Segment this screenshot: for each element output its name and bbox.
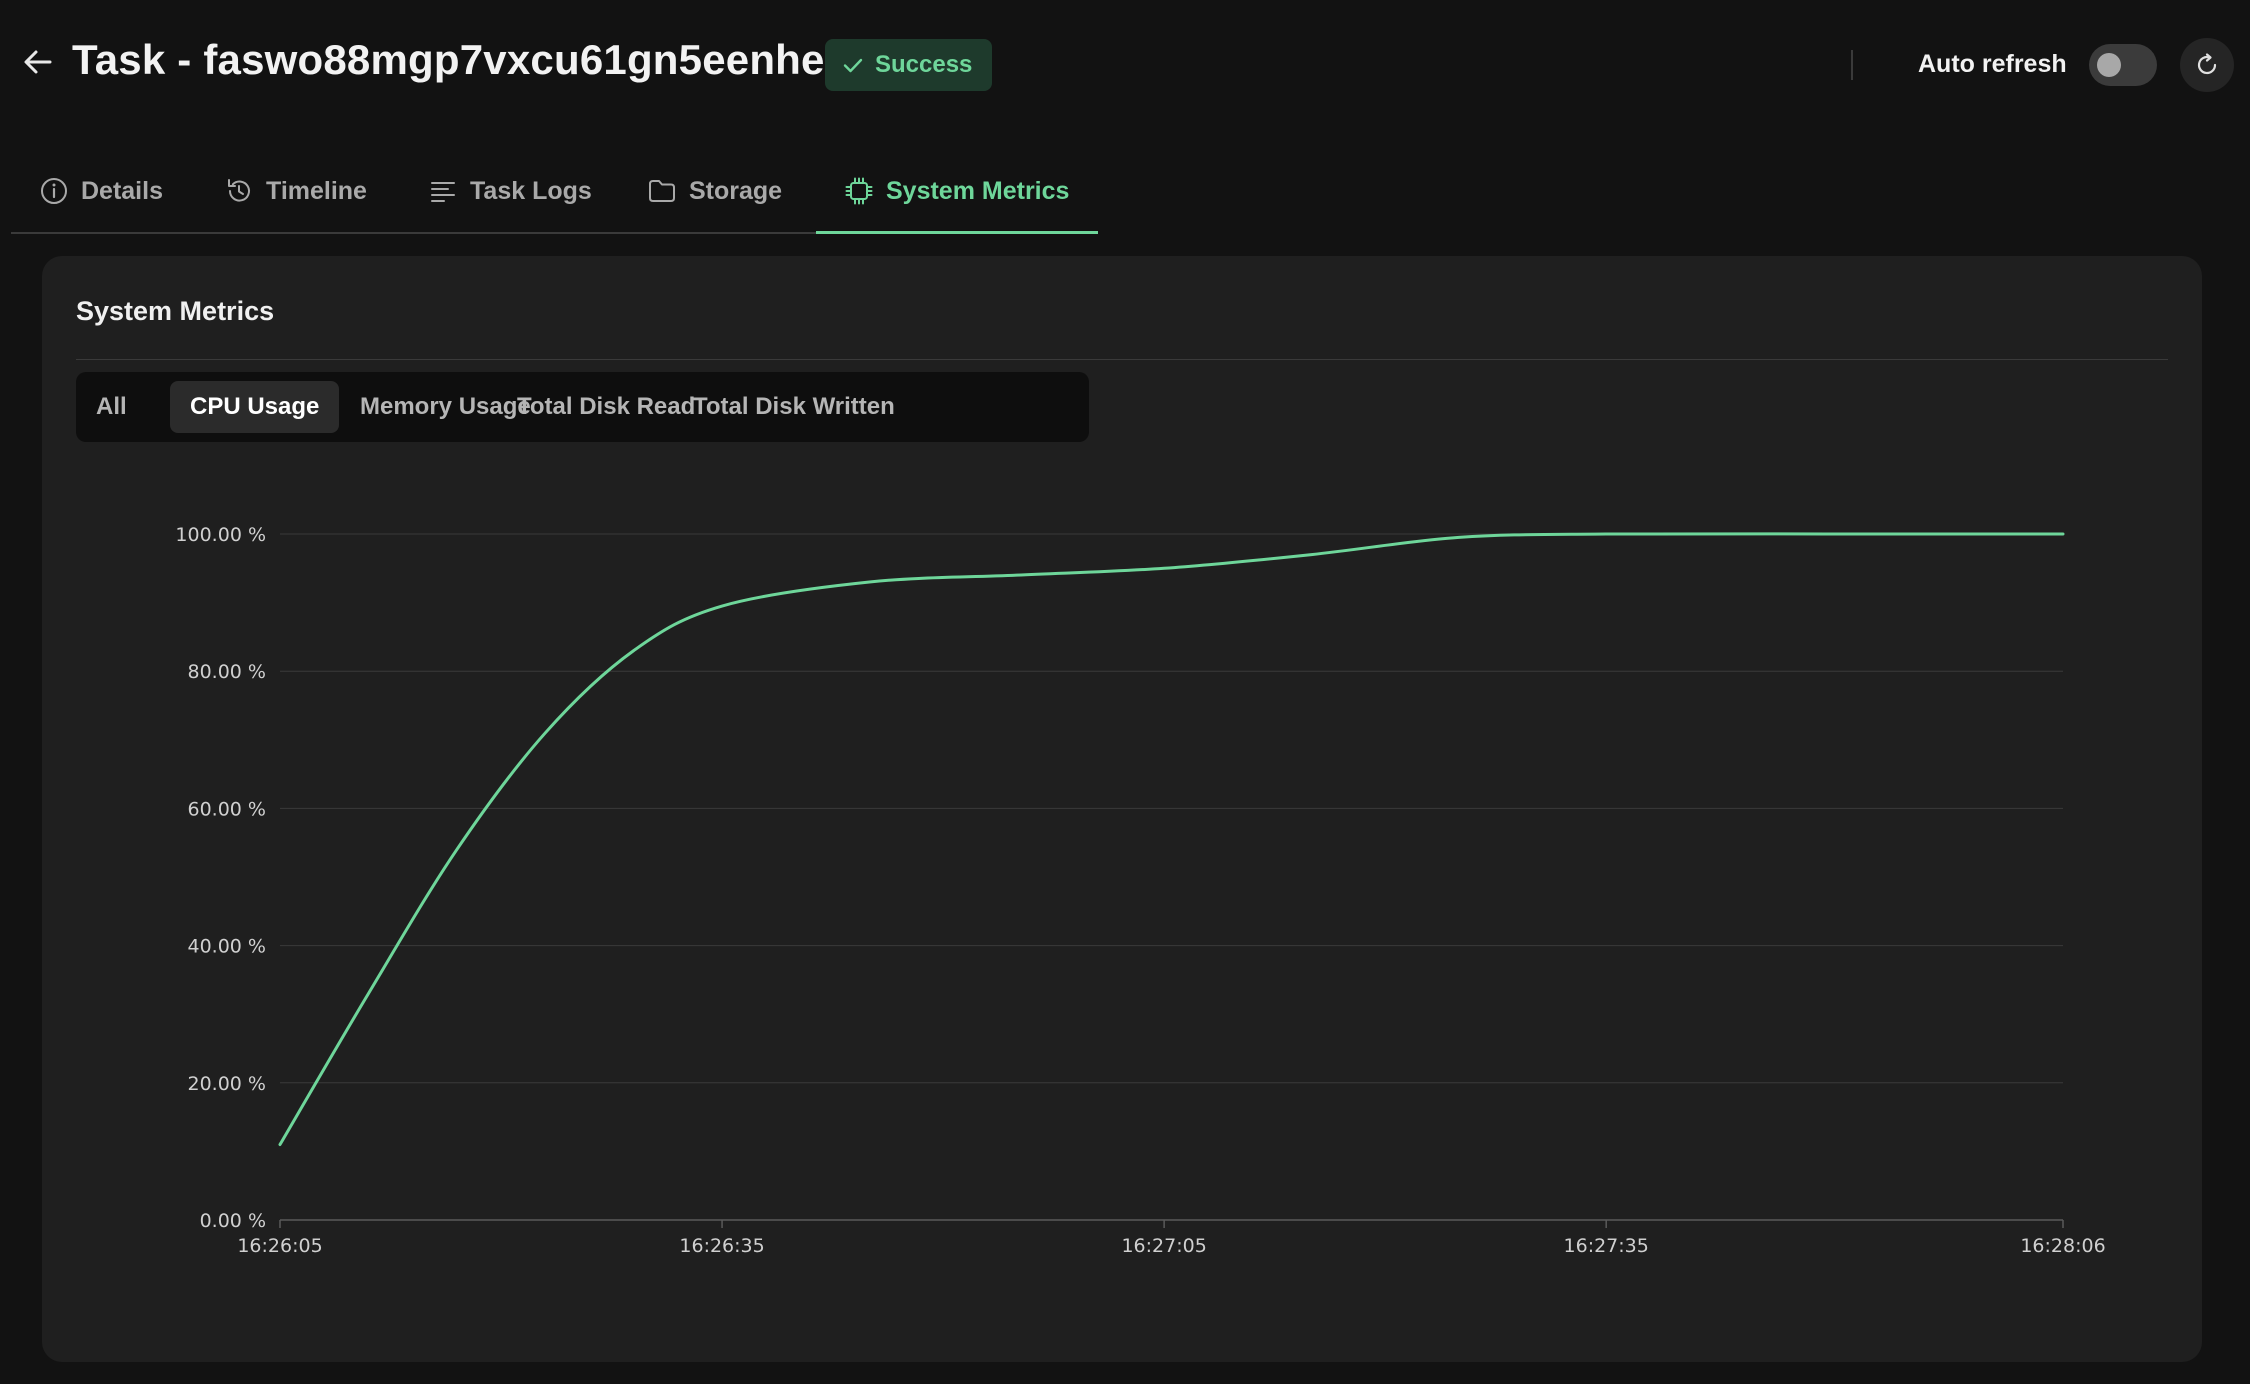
status-badge: Success — [825, 39, 993, 91]
back-button[interactable] — [20, 44, 56, 80]
y-tick-label: 40.00 % — [188, 936, 267, 958]
lines-icon — [431, 182, 455, 202]
x-tick-label: 16:27:05 — [1121, 1235, 1206, 1257]
tab-label: Timeline — [266, 176, 367, 205]
tab-system-metrics[interactable]: System Metrics — [844, 150, 1069, 232]
status-label: Success — [875, 51, 973, 78]
page-title: Task - faswo88mgp7vxcu61gn5eenhe — [72, 36, 825, 83]
y-tick-label: 100.00 % — [175, 524, 266, 546]
y-tick-label: 80.00 % — [188, 661, 267, 683]
tab-label: Details — [81, 176, 163, 205]
tab-details[interactable]: Details — [39, 150, 163, 232]
tab-label: Storage — [689, 176, 783, 205]
x-tick-label: 16:26:05 — [237, 1235, 322, 1257]
auto-refresh-toggle[interactable] — [2089, 44, 2157, 86]
tab-task-logs[interactable]: Task Logs — [428, 150, 592, 232]
tab-bar: Details Timeline Task Logs Storage Syste… — [11, 150, 1098, 234]
refresh-button[interactable] — [2180, 38, 2234, 92]
folder-icon — [649, 180, 675, 202]
x-tick-label: 16:26:35 — [679, 1235, 764, 1257]
active-tab-indicator — [816, 231, 1098, 234]
info-icon — [41, 178, 67, 204]
tab-label: Task Logs — [470, 176, 592, 205]
refresh-icon — [2197, 53, 2217, 75]
toggle-knob — [2097, 53, 2121, 77]
x-tick-label: 16:28:06 — [2020, 1235, 2105, 1257]
y-tick-label: 60.00 % — [188, 798, 267, 820]
header-divider — [1851, 50, 1853, 80]
tab-timeline[interactable]: Timeline — [224, 150, 367, 232]
metrics-panel: System Metrics All CPU Usage Memory Usag… — [42, 256, 2202, 1362]
cpu-usage-series-line — [278, 532, 2065, 1147]
history-icon — [228, 179, 250, 202]
y-tick-label: 20.00 % — [188, 1073, 267, 1095]
page-header: Task - faswo88mgp7vxcu61gn5eenhe Success… — [0, 0, 2250, 130]
cpu-chip-icon — [845, 177, 873, 205]
tab-storage[interactable]: Storage — [647, 150, 782, 232]
cpu-usage-chart: 0.00 % 20.00 % 40.00 % 60.00 % 80.00 % 100.00… — [175, 524, 2105, 1257]
arrow-left-icon — [24, 50, 52, 74]
x-tick-label: 16:27:35 — [1564, 1235, 1649, 1257]
check-icon — [843, 58, 863, 73]
y-tick-label: 0.00 % — [200, 1210, 266, 1232]
auto-refresh-label: Auto refresh — [1918, 50, 2067, 78]
tab-label: System Metrics — [886, 176, 1070, 205]
